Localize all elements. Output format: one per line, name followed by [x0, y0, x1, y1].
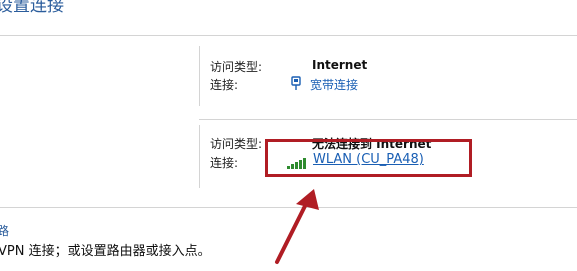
network-sharing-center: 设置连接 访问类型: Internet 连接: 宽带连接 访问类型: 无法连接到… [0, 0, 577, 271]
arrow-annotation [275, 189, 319, 264]
